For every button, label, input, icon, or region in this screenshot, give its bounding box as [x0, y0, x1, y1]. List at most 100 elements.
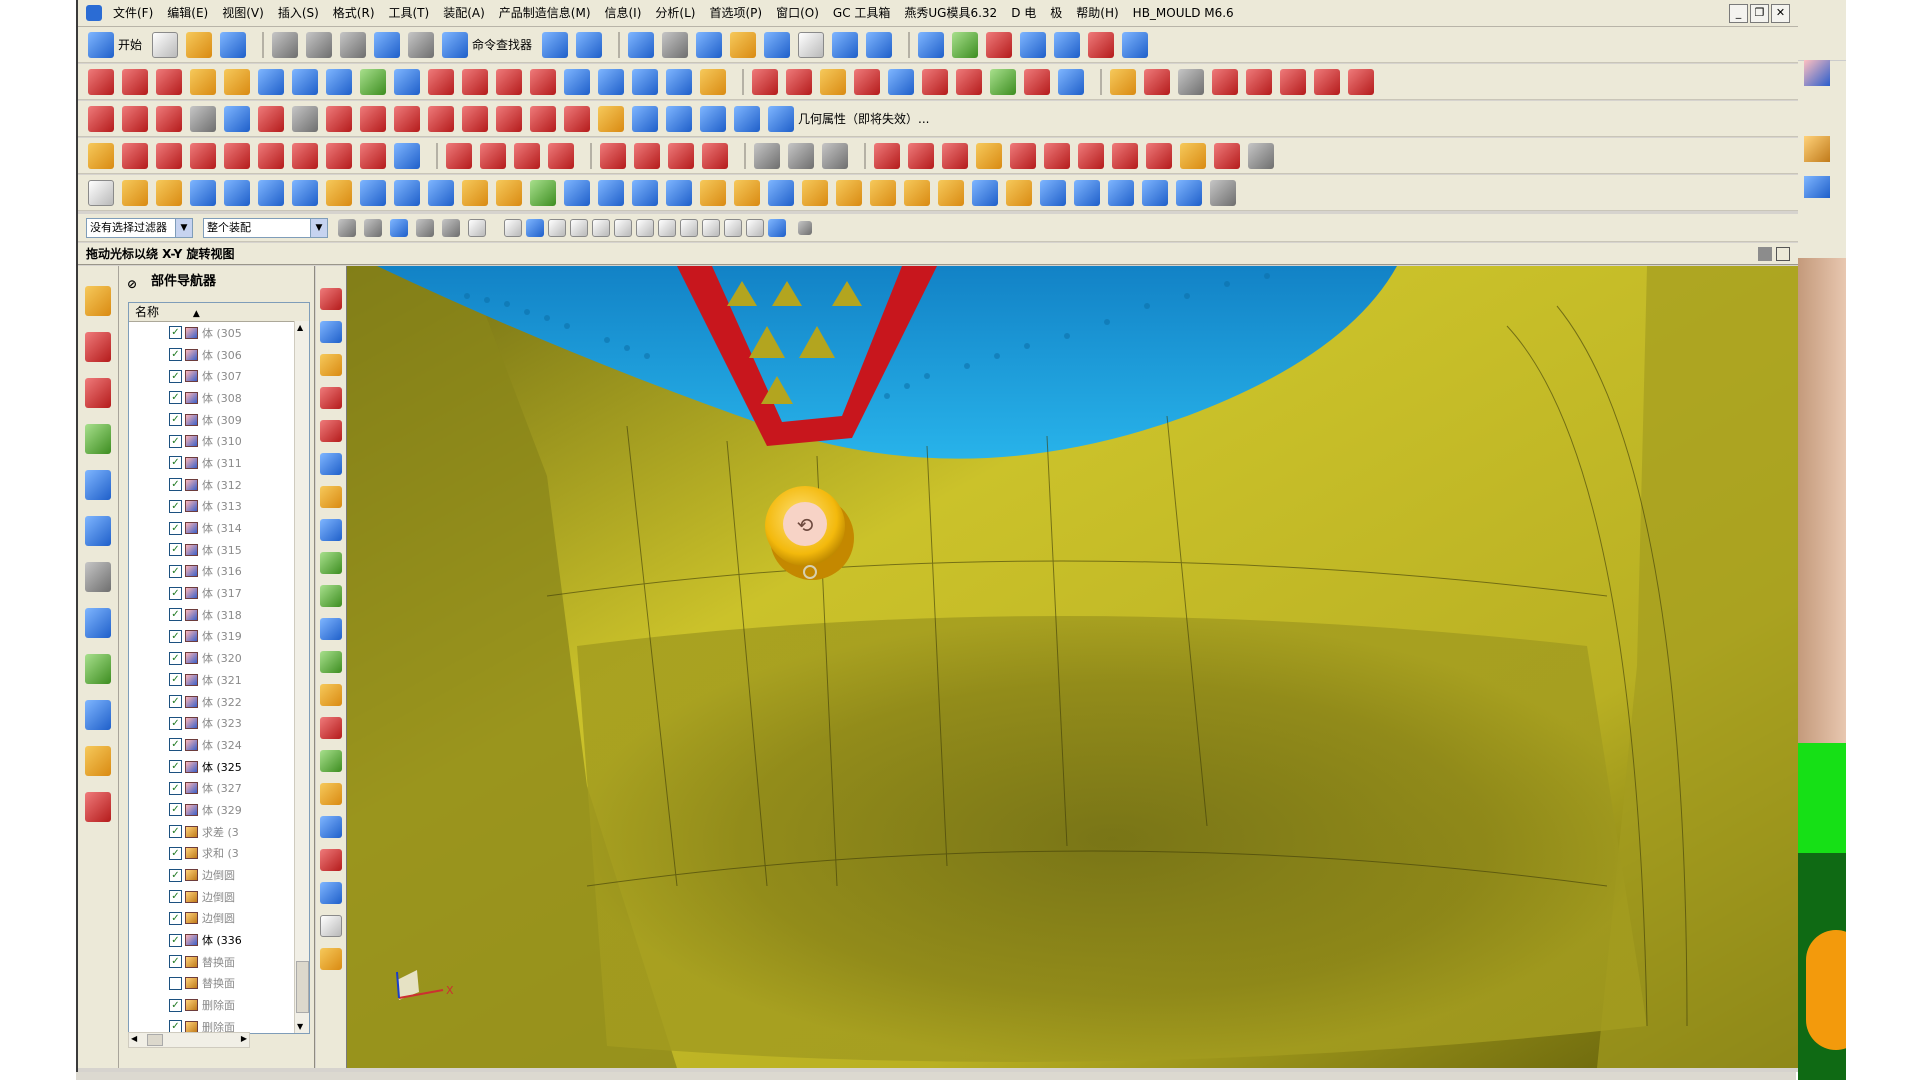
tree-row[interactable]: ✓ 体 (327	[129, 777, 309, 799]
open-folder-icon[interactable]	[186, 31, 213, 58]
tree-row[interactable]: ✓ 体 (336	[129, 929, 309, 951]
tree-row[interactable]: ✓ 体 (305	[129, 322, 309, 344]
constraint-navigator-icon[interactable]	[85, 332, 111, 362]
visibility-checkbox[interactable]: ✓	[169, 521, 182, 535]
linked-face-icon[interactable]	[972, 179, 998, 206]
stop-at-intersection-icon[interactable]	[442, 218, 460, 237]
visibility-checkbox[interactable]: ✓	[169, 651, 182, 665]
feature-select-icon[interactable]	[364, 218, 382, 237]
sew-icon[interactable]	[564, 68, 590, 95]
tree-row[interactable]: ✓ 体 (319	[129, 626, 309, 648]
render-style-icon[interactable]	[662, 31, 689, 58]
replace-face-tool-icon[interactable]	[802, 179, 828, 206]
visibility-checkbox[interactable]: ✓	[169, 868, 182, 882]
studio-surface-icon[interactable]	[326, 68, 352, 95]
hole-icon[interactable]	[258, 179, 284, 206]
edge-blend-tool-icon[interactable]	[700, 179, 726, 206]
snap-midpoint-icon[interactable]	[788, 142, 814, 169]
circle-icon[interactable]	[156, 105, 182, 132]
wrap-curve-icon[interactable]	[462, 105, 488, 132]
tree-row[interactable]: ✓ 体 (310	[129, 430, 309, 452]
sketch-icon[interactable]	[88, 68, 114, 95]
snap-point-icon[interactable]	[986, 31, 1013, 58]
visibility-checkbox[interactable]: ✓	[169, 998, 182, 1012]
horizontal-scrollbar[interactable]: ◀ ▶	[128, 1032, 250, 1048]
menu-insert[interactable]: 插入(S)	[271, 0, 326, 26]
chamfer-icon[interactable]	[734, 179, 760, 206]
visibility-checkbox[interactable]: ✓	[169, 846, 182, 860]
rectangle-select-icon[interactable]	[468, 218, 486, 237]
undo-icon[interactable]	[374, 31, 401, 58]
subtract-feature-icon[interactable]	[496, 179, 522, 206]
system-scenes-icon[interactable]	[85, 792, 111, 822]
wcs-origin-icon[interactable]	[866, 31, 893, 58]
scale-curve-icon[interactable]	[632, 105, 658, 132]
grid-icon[interactable]	[1088, 31, 1115, 58]
extend-sheet-icon[interactable]	[462, 68, 488, 95]
selection-priority-icon[interactable]	[1020, 31, 1047, 58]
part-navigator-tab-icon[interactable]	[85, 378, 111, 408]
measure-distance-icon[interactable]	[542, 31, 569, 58]
menu-ji[interactable]: 极	[1043, 0, 1069, 26]
full-screen-icon[interactable]	[1776, 247, 1790, 261]
geometry-property-icon[interactable]	[734, 105, 760, 132]
unite-feature-icon[interactable]	[462, 179, 488, 206]
geometric-constraint-icon[interactable]	[600, 142, 626, 169]
offset-curve-in-face-icon[interactable]	[326, 105, 352, 132]
trim-mold-icon[interactable]	[1248, 142, 1274, 169]
model-view[interactable]: ⟲ X	[347, 266, 1798, 1068]
menu-analysis[interactable]: 分析(L)	[648, 0, 702, 26]
visibility-checkbox[interactable]: ✓	[169, 478, 182, 492]
geometry-property-button[interactable]: 几何属性（即将失效）...	[798, 110, 929, 127]
snap-intersection-icon[interactable]	[658, 218, 676, 237]
visibility-checkbox[interactable]: ✓	[169, 781, 182, 795]
paste-face-icon[interactable]	[1040, 179, 1066, 206]
boss-icon[interactable]	[292, 179, 318, 206]
constrain-face-icon[interactable]	[1108, 179, 1134, 206]
menu-information[interactable]: 信息(I)	[598, 0, 649, 26]
arc-icon[interactable]	[122, 105, 148, 132]
shell-icon[interactable]	[632, 179, 658, 206]
snap-center-icon[interactable]	[822, 142, 848, 169]
law-extension-icon[interactable]	[922, 68, 948, 95]
tree-row[interactable]: ✓ 体 (312	[129, 474, 309, 496]
join-curve-icon[interactable]	[530, 105, 556, 132]
menu-electrode[interactable]: D 电	[1004, 0, 1043, 26]
offset-face-icon[interactable]	[768, 179, 794, 206]
offset-curve-icon[interactable]	[1280, 68, 1306, 95]
restore-button[interactable]: ❐	[1750, 4, 1769, 23]
snap-point-on-face-icon[interactable]	[746, 218, 764, 237]
copy-face-icon[interactable]	[1006, 179, 1032, 206]
solid-density-icon[interactable]	[1176, 179, 1202, 206]
target-icon[interactable]	[320, 915, 342, 937]
reuse-library-icon[interactable]	[85, 424, 111, 454]
thicken-icon[interactable]	[632, 68, 658, 95]
mold-csys-icon[interactable]	[942, 142, 968, 169]
mold-base-icon[interactable]	[1146, 142, 1172, 169]
hscroll-thumb[interactable]	[147, 1034, 163, 1046]
vertical-scrollbar[interactable]: ▲ ▼	[294, 321, 309, 1033]
electrode-icon[interactable]	[320, 783, 342, 805]
sketch-polygon-icon[interactable]	[360, 142, 386, 169]
pattern-face-icon[interactable]	[1074, 179, 1100, 206]
project-curve-icon[interactable]	[1314, 68, 1340, 95]
hd3d-tools-icon[interactable]	[85, 470, 111, 500]
visibility-checkbox[interactable]: ✓	[169, 911, 182, 925]
draft-icon[interactable]	[666, 179, 692, 206]
spreadsheet-icon[interactable]	[798, 220, 812, 235]
offset-sketch-icon[interactable]	[548, 142, 574, 169]
fit-view-icon[interactable]	[628, 31, 655, 58]
tree-row[interactable]: ✓ 体 (325	[129, 756, 309, 778]
cavity-layout-icon[interactable]	[1044, 142, 1070, 169]
stack-icon[interactable]	[320, 552, 342, 574]
cue-toggle-icon[interactable]	[1758, 247, 1772, 261]
x-form-icon[interactable]	[786, 68, 812, 95]
reset-filter-icon[interactable]	[338, 218, 356, 237]
wcs-dynamic-icon[interactable]	[832, 31, 859, 58]
snap-endpoint-icon[interactable]	[754, 142, 780, 169]
isoparametric-curve-icon[interactable]	[564, 105, 590, 132]
tree-row[interactable]: ✓ 体 (308	[129, 387, 309, 409]
tree-row[interactable]: ✓ 体 (311	[129, 452, 309, 474]
tree-row[interactable]: ✓ 体 (321	[129, 669, 309, 691]
ejector-pin-icon[interactable]	[1214, 142, 1240, 169]
